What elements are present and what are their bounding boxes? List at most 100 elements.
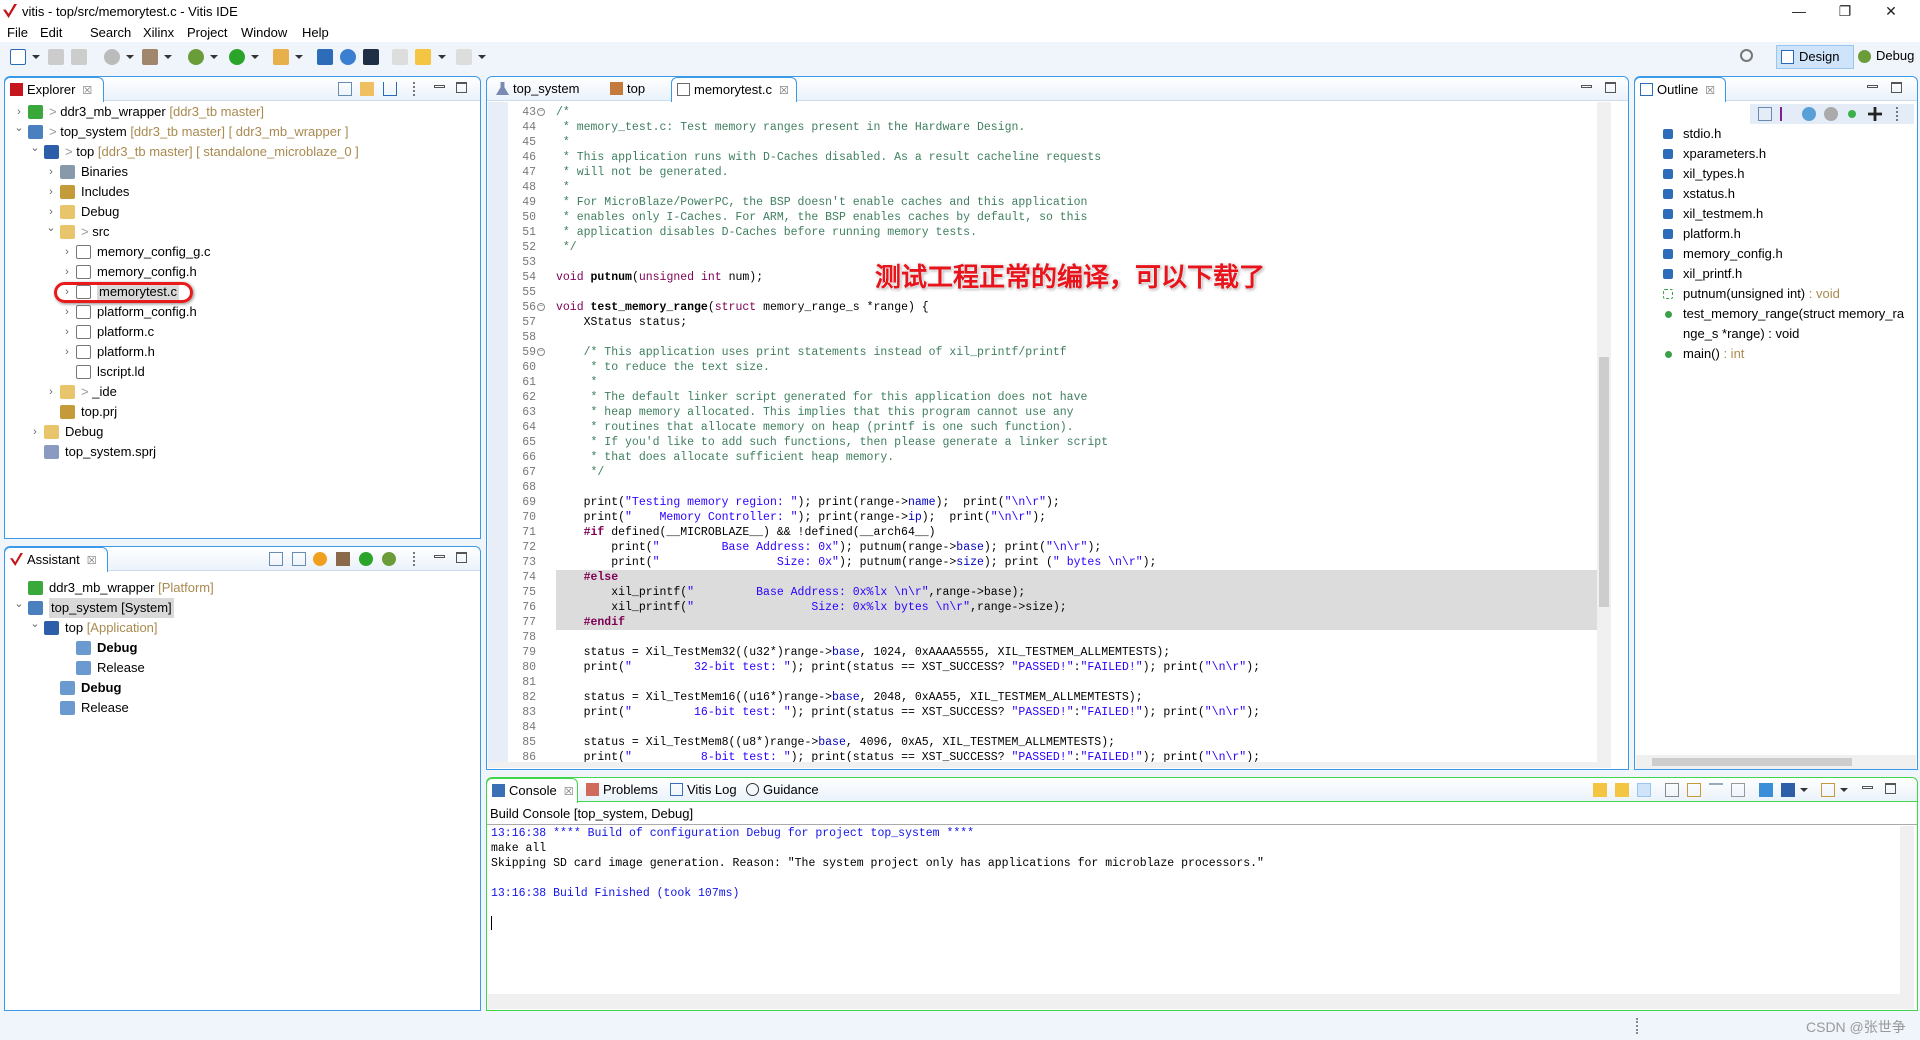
chevron-down-icon[interactable]: ⌄ xyxy=(45,218,57,238)
chevron-down-icon[interactable]: ⌄ xyxy=(29,614,41,634)
maximize-view-icon[interactable] xyxy=(456,82,467,93)
view-menu-icon[interactable] xyxy=(413,552,417,566)
minimize-view-icon[interactable] xyxy=(1867,85,1878,88)
close-button[interactable]: ✕ xyxy=(1868,0,1914,24)
new-console-icon[interactable] xyxy=(1821,783,1835,797)
display-console-icon[interactable] xyxy=(1781,783,1795,797)
back-arrow-icon[interactable] xyxy=(415,49,431,65)
build-hammer-icon[interactable] xyxy=(142,49,158,65)
chevron-right-icon[interactable]: › xyxy=(29,422,41,442)
scrollbar-thumb[interactable] xyxy=(1652,758,1852,766)
scroll-up-icon[interactable] xyxy=(1615,783,1629,797)
outline-item[interactable]: putnum(unsigned int) : void xyxy=(1663,284,1913,304)
chevron-right-icon[interactable]: › xyxy=(61,302,73,322)
design-perspective-button[interactable]: Design xyxy=(1776,45,1854,69)
menu-edit[interactable]: Edit xyxy=(40,25,62,40)
tab-explorer[interactable]: Explorer ☒ xyxy=(4,77,104,102)
minimize-editor-icon[interactable] xyxy=(1581,85,1592,88)
hide-nonpublic-icon[interactable] xyxy=(1848,110,1856,118)
tab-outline[interactable]: Outline ☒ xyxy=(1634,77,1726,102)
word-wrap-icon[interactable] xyxy=(1709,783,1723,797)
chevron-right-icon[interactable]: › xyxy=(61,322,73,342)
outline-item[interactable]: xstatus.h xyxy=(1663,184,1913,204)
chevron-right-icon[interactable]: › xyxy=(61,342,73,362)
chevron-down-icon[interactable]: ⌄ xyxy=(13,118,25,138)
tab-memorytest-c[interactable]: memorytest.c ☒ xyxy=(671,77,797,102)
debug-perspective-button[interactable]: Debug xyxy=(1858,45,1914,69)
tab-top[interactable]: top xyxy=(605,77,645,101)
minimize-button[interactable]: — xyxy=(1776,0,1822,24)
new-icon[interactable] xyxy=(10,49,26,65)
minimize-view-icon[interactable] xyxy=(434,555,445,558)
tab-vitis-log[interactable]: Vitis Log xyxy=(665,778,737,802)
collapse-all-icon[interactable] xyxy=(338,82,352,96)
maximize-view-icon[interactable] xyxy=(1885,783,1896,794)
menu-window[interactable]: Window xyxy=(241,25,287,40)
menu-file[interactable]: File xyxy=(7,25,28,40)
hide-fields-icon[interactable] xyxy=(1802,107,1816,121)
expand-all-icon[interactable] xyxy=(292,552,306,566)
outline-item[interactable]: main() : int xyxy=(1663,344,1913,364)
fold-toggle-icon[interactable]: − xyxy=(537,303,545,311)
view-menu-icon[interactable] xyxy=(413,82,417,96)
save-all-icon[interactable] xyxy=(71,49,87,65)
program-fpga-icon[interactable] xyxy=(273,49,289,65)
link-editor-icon[interactable] xyxy=(360,82,374,96)
menu-help[interactable]: Help xyxy=(302,25,329,40)
collapse-all-icon[interactable] xyxy=(1758,107,1772,121)
lock-console-icon[interactable] xyxy=(1687,783,1701,797)
outline-item[interactable]: xil_types.h xyxy=(1663,164,1913,184)
close-tab-icon[interactable]: ☒ xyxy=(1705,85,1715,97)
outline-item[interactable]: memory_config.h xyxy=(1663,244,1913,264)
outline-item[interactable]: xil_printf.h xyxy=(1663,264,1913,284)
horizontal-scrollbar[interactable] xyxy=(488,762,1611,768)
menu-project[interactable]: Project xyxy=(187,25,227,40)
pin-console-icon[interactable] xyxy=(1759,783,1773,797)
chevron-right-icon[interactable]: › xyxy=(45,162,57,182)
maximize-view-icon[interactable] xyxy=(1891,82,1902,93)
save-console-icon[interactable] xyxy=(1665,783,1679,797)
close-tab-icon[interactable]: ☒ xyxy=(82,85,92,97)
chevron-right-icon[interactable]: › xyxy=(61,242,73,262)
search-icon[interactable] xyxy=(1740,49,1753,62)
close-tab-icon[interactable]: ☒ xyxy=(779,85,789,97)
build-hammer-icon[interactable] xyxy=(336,552,350,566)
maximize-view-icon[interactable] xyxy=(456,552,467,563)
chevron-right-icon[interactable]: › xyxy=(45,182,57,202)
close-tab-icon[interactable]: ☒ xyxy=(564,786,574,798)
console-icon[interactable] xyxy=(363,49,379,65)
tab-top-system[interactable]: top_system xyxy=(491,77,579,101)
close-tab-icon[interactable]: ☒ xyxy=(87,555,97,567)
minimize-view-icon[interactable] xyxy=(434,85,445,88)
chevron-right-icon[interactable]: › xyxy=(61,262,73,282)
forward-arrow-icon[interactable] xyxy=(456,49,472,65)
debug-icon[interactable] xyxy=(382,552,396,566)
chevron-down-icon[interactable]: ⌄ xyxy=(29,138,41,158)
tab-guidance[interactable]: Guidance xyxy=(741,778,819,802)
terminal-icon[interactable] xyxy=(317,49,333,65)
hide-macros-icon[interactable] xyxy=(1868,107,1882,121)
console-vertical-scrollbar[interactable] xyxy=(1900,826,1914,994)
clear-console-icon[interactable] xyxy=(1731,783,1745,797)
outline-item[interactable]: stdio.h xyxy=(1663,124,1913,144)
scrollbar-thumb[interactable] xyxy=(1599,357,1609,607)
clock-icon[interactable] xyxy=(104,49,120,65)
minimize-view-icon[interactable] xyxy=(1862,786,1873,789)
outline-item[interactable]: xparameters.h xyxy=(1663,144,1913,164)
import-icon[interactable] xyxy=(383,82,397,96)
scroll-down-icon[interactable] xyxy=(1593,783,1607,797)
tab-assistant[interactable]: Assistant ☒ xyxy=(4,547,108,572)
connect-icon[interactable] xyxy=(340,49,356,65)
outline-item[interactable]: xil_testmem.h xyxy=(1663,204,1913,224)
debug-bug-icon[interactable] xyxy=(188,49,204,65)
run-icon[interactable] xyxy=(229,49,245,65)
back-disabled-icon[interactable] xyxy=(392,49,408,65)
restore-button[interactable]: ❐ xyxy=(1822,0,1868,24)
code-editor[interactable]: 43−/* 44 * memory_test.c: Test memory ran… xyxy=(488,102,1627,768)
tab-console[interactable]: Console ☒ xyxy=(486,778,578,803)
hide-static-icon[interactable] xyxy=(1824,107,1838,121)
save-icon[interactable] xyxy=(48,49,64,65)
chevron-down-icon[interactable]: ⌄ xyxy=(13,594,25,614)
fold-toggle-icon[interactable]: − xyxy=(537,108,545,116)
menu-search[interactable]: Search xyxy=(90,25,131,40)
